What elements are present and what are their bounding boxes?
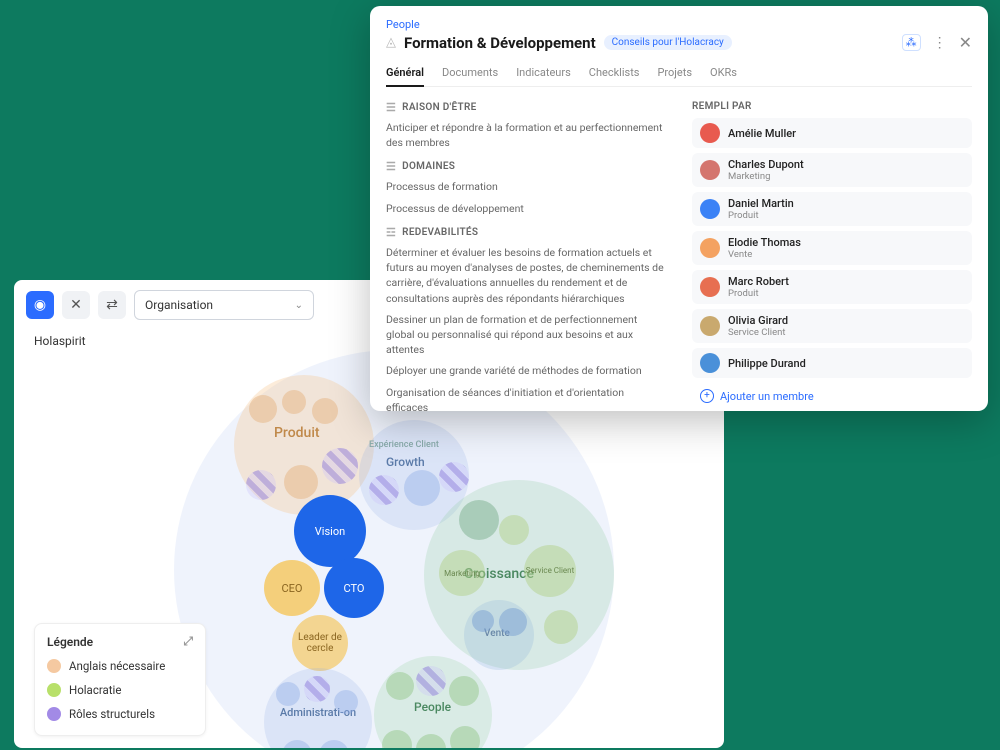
modal-title: Formation & Développement <box>404 34 596 52</box>
raison-text: Anticiper et répondre à la formation et … <box>386 120 668 150</box>
tab-général[interactable]: Général <box>386 62 424 87</box>
legend-title: Légende <box>47 635 93 649</box>
avatar <box>700 160 720 180</box>
member-subtitle: Produit <box>728 210 794 221</box>
tab-indicateurs[interactable]: Indicateurs <box>516 62 571 86</box>
circle-label: People <box>414 700 451 714</box>
member-row[interactable]: Elodie ThomasVente <box>692 231 972 265</box>
member-subtitle: Vente <box>728 249 801 260</box>
lock-icon: ◬ <box>386 35 396 50</box>
translate-icon[interactable]: ⁂ <box>902 34 921 51</box>
tab-okrs[interactable]: OKRs <box>710 62 737 86</box>
role-detail-modal: People ◬ Formation & Développement Conse… <box>370 6 988 411</box>
member-name: Charles Dupont <box>728 158 804 171</box>
circle-label: Expérience Client <box>369 440 439 450</box>
legend-item: Holacratie <box>47 683 193 697</box>
legend-item: Anglais nécessaire <box>47 659 193 673</box>
list-icon: ☲ <box>386 226 396 239</box>
member-subtitle: Service Client <box>728 327 788 338</box>
add-member-button[interactable]: + Ajouter un membre <box>692 383 972 409</box>
legend-dot <box>47 659 61 673</box>
members-column: REMPLI PAR Amélie MullerCharles DupontMa… <box>692 101 972 411</box>
avatar <box>700 353 720 373</box>
avatar <box>700 199 720 219</box>
legend-panel: Légende ⤢ Anglais nécessaire Holacratie Rô… <box>34 623 206 736</box>
circle-cto[interactable]: CTO <box>324 558 384 618</box>
domain-item: Processus de développement <box>386 201 668 216</box>
close-icon[interactable]: ✕ <box>959 33 972 52</box>
tabs: Général Documents Indicateurs Checklists Pro… <box>386 62 972 87</box>
plus-icon: + <box>700 389 714 403</box>
accountability-item: Déterminer et évaluer les besoins de for… <box>386 245 668 306</box>
circle-label: Growth <box>386 455 425 469</box>
tab-projets[interactable]: Projets <box>657 62 692 86</box>
section-heading: RAISON D'ÊTRE <box>402 102 476 113</box>
org-select[interactable]: Organisation ⌄ <box>134 290 314 320</box>
member-subtitle: Marketing <box>728 171 804 182</box>
tab-documents[interactable]: Documents <box>442 62 498 86</box>
member-row[interactable]: Marc RobertProduit <box>692 270 972 304</box>
content-column: ☰ RAISON D'ÊTRE Anticiper et répondre à l… <box>386 101 668 411</box>
accountability-item: Organisation de séances d'initiation et … <box>386 385 668 411</box>
member-name: Amélie Muller <box>728 127 796 140</box>
avatar <box>700 238 720 258</box>
holacracy-badge[interactable]: Conseils pour l'Holacracy <box>604 35 732 50</box>
domain-item: Processus de formation <box>386 179 668 194</box>
add-member-label: Ajouter un membre <box>720 390 814 403</box>
tab-checklists[interactable]: Checklists <box>589 62 640 86</box>
org-select-label: Organisation <box>145 298 213 312</box>
list-icon: ☰ <box>386 101 396 114</box>
list-icon: ☰ <box>386 160 396 173</box>
accountability-item: Dessiner un plan de formation et de perf… <box>386 312 668 358</box>
legend-label: Holacratie <box>69 683 121 697</box>
member-name: Olivia Girard <box>728 314 788 327</box>
more-icon[interactable]: ⋮ <box>933 35 947 51</box>
collapse-icon[interactable]: ⤢ <box>183 634 193 649</box>
circle-vision[interactable]: Vision <box>294 495 366 567</box>
member-row[interactable]: Daniel MartinProduit <box>692 192 972 226</box>
member-row[interactable]: Olivia GirardService Client <box>692 309 972 343</box>
org-title: Holaspirit <box>34 334 86 348</box>
chevron-down-icon: ⌄ <box>295 300 303 311</box>
accountability-item: Déployer une grande variété de méthodes … <box>386 363 668 378</box>
member-row[interactable]: Amélie Muller <box>692 118 972 148</box>
member-name: Marc Robert <box>728 275 789 288</box>
section-heading: REDEVABILITÉS <box>402 227 478 238</box>
member-subtitle: Produit <box>728 288 789 299</box>
member-name: Elodie Thomas <box>728 236 801 249</box>
view-circles-icon[interactable]: ◉ <box>26 291 54 319</box>
avatar <box>700 123 720 143</box>
view-shuffle-icon[interactable]: ✕ <box>62 291 90 319</box>
breadcrumb[interactable]: People <box>386 18 972 31</box>
legend-label: Rôles structurels <box>69 707 155 721</box>
circle-leader[interactable]: Leader de cercle <box>292 615 348 671</box>
member-row[interactable]: Charles DupontMarketing <box>692 153 972 187</box>
member-row[interactable]: Philippe Durand <box>692 348 972 378</box>
view-tree-icon[interactable]: ⇄ <box>98 291 126 319</box>
section-heading: REMPLI PAR <box>692 101 752 112</box>
member-name: Philippe Durand <box>728 357 806 370</box>
legend-label: Anglais nécessaire <box>69 659 165 673</box>
avatar <box>700 316 720 336</box>
section-heading: DOMAINES <box>402 161 455 172</box>
circle-label: Produit <box>274 425 320 441</box>
member-name: Daniel Martin <box>728 197 794 210</box>
avatar <box>700 277 720 297</box>
legend-dot <box>47 683 61 697</box>
circle-ceo[interactable]: CEO <box>264 560 320 616</box>
legend-item: Rôles structurels <box>47 707 193 721</box>
legend-dot <box>47 707 61 721</box>
